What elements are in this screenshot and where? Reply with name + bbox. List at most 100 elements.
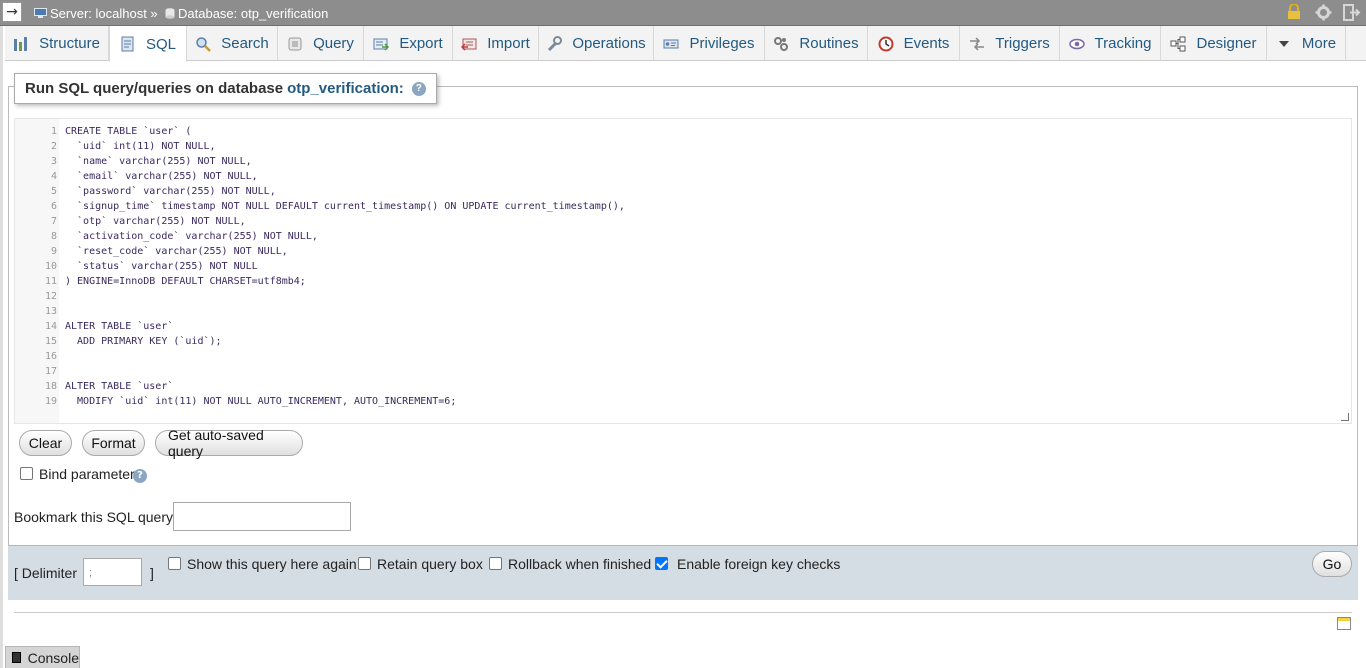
code-line: `name` varchar(255) NOT NULL, xyxy=(65,156,252,167)
exit-icon[interactable] xyxy=(1343,4,1361,25)
tab-query[interactable]: Query xyxy=(278,26,364,61)
tab-privileges[interactable]: Privileges xyxy=(654,26,765,61)
get-auto-saved-query-button[interactable]: Get auto-saved query xyxy=(155,427,303,459)
server-icon xyxy=(34,7,47,18)
console-label: Console xyxy=(27,649,79,666)
tab-tracking[interactable]: Tracking xyxy=(1060,26,1161,61)
resize-handle[interactable] xyxy=(1341,413,1349,421)
legend-prefix: Run SQL query/queries on database xyxy=(25,80,284,97)
privileges-icon xyxy=(663,36,679,52)
help-icon[interactable]: ? xyxy=(411,81,426,96)
tab-operations[interactable]: Operations xyxy=(539,26,654,61)
retain-query-box-label: Retain query box xyxy=(377,556,483,572)
code-line: ALTER TABLE `user` xyxy=(65,321,174,332)
code-line: `reset_code` varchar(255) NOT NULL, xyxy=(65,246,288,257)
delimiter-input[interactable]: ; xyxy=(83,558,142,586)
tab-export[interactable]: Export xyxy=(364,26,453,61)
tab-search[interactable]: Search xyxy=(187,26,278,61)
code-line: `otp` varchar(255) NOT NULL, xyxy=(65,216,246,227)
tab-label: SQL xyxy=(145,35,176,53)
bind-parameters-help-icon[interactable]: ? xyxy=(133,469,147,483)
line-number: 9 xyxy=(50,246,57,257)
line-number: 6 xyxy=(50,201,57,212)
query-icon xyxy=(287,36,303,52)
note-icon[interactable] xyxy=(1337,617,1351,630)
code-line: `uid` int(11) NOT NULL, xyxy=(65,141,216,152)
foreign-key-checks-checkbox[interactable] xyxy=(655,557,668,570)
search-icon xyxy=(195,36,212,52)
tab-label: Query xyxy=(313,35,354,52)
go-button[interactable]: Go xyxy=(1312,551,1352,577)
bookmark-label: Bookmark this SQL query: xyxy=(14,509,177,525)
line-number: 16 xyxy=(44,351,57,362)
breadcrumb-server-label: Server: localhost » xyxy=(50,6,158,21)
console-toggle[interactable]: Console xyxy=(5,646,80,668)
line-number: 13 xyxy=(44,306,57,317)
tab-triggers[interactable]: Triggers xyxy=(960,26,1060,61)
structure-icon xyxy=(13,36,29,52)
export-icon xyxy=(373,36,390,52)
tab-label: Events xyxy=(903,35,950,52)
tab-import[interactable]: Import xyxy=(453,26,539,61)
delimiter-label-open: [ Delimiter xyxy=(14,565,78,581)
line-number: 19 xyxy=(44,396,57,407)
foreign-key-checks-label: Enable foreign key checks xyxy=(677,556,841,572)
line-number: 10 xyxy=(44,261,57,272)
tab-structure[interactable]: Structure xyxy=(5,26,109,61)
rollback-checkbox[interactable] xyxy=(489,557,502,570)
routines-icon xyxy=(773,36,789,52)
sql-icon xyxy=(120,36,136,52)
line-number: 17 xyxy=(44,366,57,377)
tab-label: Structure xyxy=(39,35,100,52)
import-icon xyxy=(461,36,477,52)
line-number: 18 xyxy=(44,381,57,392)
tab-label: Export xyxy=(399,35,443,52)
line-number: 5 xyxy=(50,186,57,197)
tab-label: Triggers xyxy=(995,35,1050,52)
code-line: CREATE TABLE `user` ( xyxy=(65,126,192,137)
database-icon xyxy=(165,7,175,19)
code-line: `email` varchar(255) NOT NULL, xyxy=(65,171,258,182)
lock-icon[interactable] xyxy=(1287,3,1301,24)
code-line: `activation_code` varchar(255) NOT NULL, xyxy=(65,231,318,242)
sql-editor[interactable]: 1 2 3 4 5 6 7 8 9 10 11 12 13 14 15 16 17 18 19 CREATE TAB… xyxy=(14,118,1352,424)
tab-designer[interactable]: Designer xyxy=(1161,26,1267,61)
retain-query-box-checkbox[interactable] xyxy=(358,557,371,570)
triggers-icon xyxy=(969,36,985,52)
left-edge-strip xyxy=(0,26,3,668)
gear-icon[interactable] xyxy=(1315,4,1332,25)
clear-button[interactable]: Clear xyxy=(19,430,72,456)
code-line: ALTER TABLE `user` xyxy=(65,381,174,392)
tab-more[interactable]: More xyxy=(1267,26,1346,61)
eye-icon xyxy=(1068,36,1085,52)
triangle-down-icon xyxy=(1276,36,1292,52)
line-number: 11 xyxy=(44,276,57,287)
tab-routines[interactable]: Routines xyxy=(765,26,868,61)
code-line: `password` varchar(255) NOT NULL, xyxy=(65,186,276,197)
navigation-toggle-button[interactable]: → xyxy=(2,2,22,22)
line-number: 8 xyxy=(50,231,57,242)
breadcrumb-database[interactable]: Database: otp_verification xyxy=(165,6,328,21)
divider xyxy=(14,612,1352,613)
breadcrumb-database-label: Database: otp_verification xyxy=(178,6,329,21)
bind-parameters-label: Bind parameters xyxy=(39,466,142,482)
tab-label: Privileges xyxy=(689,35,755,52)
breadcrumb-bar: → Server: localhost » Database: otp_veri… xyxy=(0,0,1366,26)
tab-sql[interactable]: SQL xyxy=(109,26,187,62)
tab-label: Operations xyxy=(572,35,646,52)
bookmark-input[interactable] xyxy=(173,502,351,531)
code-line: `status` varchar(255) NOT NULL xyxy=(65,261,258,272)
bind-parameters-checkbox[interactable] xyxy=(20,467,33,480)
show-query-again-label: Show this query here again xyxy=(187,556,357,572)
tab-label: Routines xyxy=(799,35,859,52)
rollback-label: Rollback when finished xyxy=(508,556,652,572)
clock-icon xyxy=(878,36,894,52)
line-number: 15 xyxy=(44,336,57,347)
line-number: 1 xyxy=(50,126,57,137)
breadcrumb-server[interactable]: Server: localhost » xyxy=(34,6,158,21)
tab-label: Search xyxy=(221,35,269,52)
show-query-again-checkbox[interactable] xyxy=(168,557,181,570)
tab-events[interactable]: Events xyxy=(868,26,960,61)
format-button[interactable]: Format xyxy=(82,430,145,456)
legend-database-link[interactable]: otp_verification: xyxy=(287,80,404,97)
